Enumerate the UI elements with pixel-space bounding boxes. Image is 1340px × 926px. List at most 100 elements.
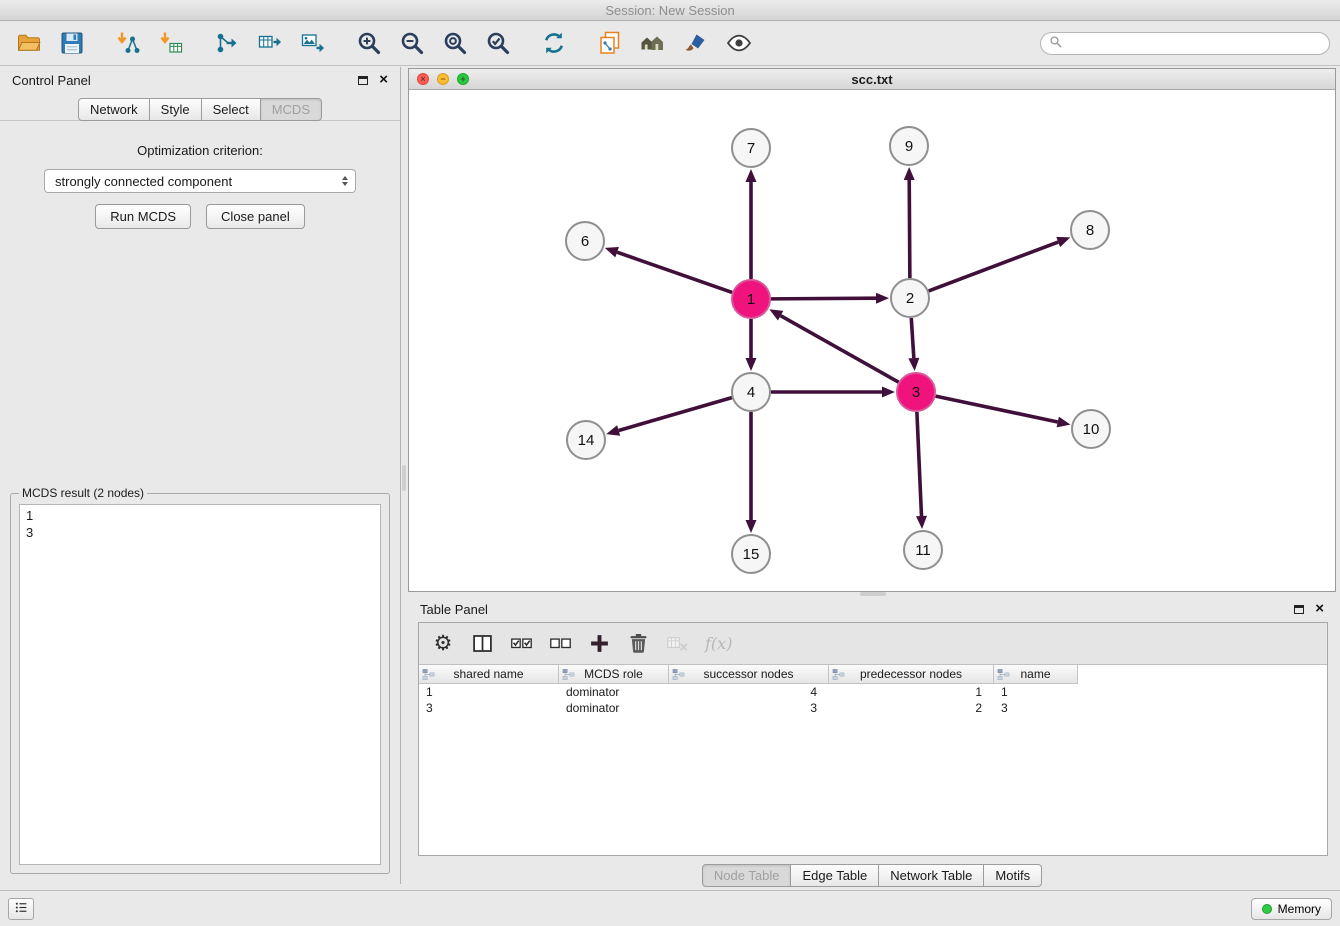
svg-text:11: 11 — [915, 542, 931, 559]
graph-node-14[interactable]: 14 — [567, 421, 605, 459]
vertical-splitter[interactable] — [401, 67, 408, 884]
export-image-icon[interactable] — [298, 28, 328, 58]
table-row[interactable]: 3dominator323 — [419, 700, 1327, 716]
control-panel: Control Panel × NetworkStyleSelectMCDS O… — [0, 67, 401, 884]
memory-button[interactable]: Memory — [1251, 898, 1332, 920]
table-row[interactable]: 1dominator411 — [419, 684, 1327, 700]
mcds-result-title: MCDS result (2 nodes) — [19, 486, 147, 500]
first-neighbors-icon[interactable] — [638, 28, 668, 58]
unselect-all-columns-icon[interactable] — [546, 630, 574, 658]
memory-label: Memory — [1278, 902, 1321, 916]
tab-node-table[interactable]: Node Table — [702, 864, 792, 887]
tab-network[interactable]: Network — [78, 98, 150, 121]
search-input[interactable] — [1067, 35, 1321, 51]
graph-node-9[interactable]: 9 — [890, 127, 928, 165]
graph-node-8[interactable]: 8 — [1071, 211, 1109, 249]
graph-edge-1-7[interactable] — [746, 169, 757, 279]
zoom-selected-region-icon[interactable] — [483, 28, 513, 58]
control-panel-title: Control Panel — [12, 73, 91, 88]
import-network-from-file-icon[interactable] — [113, 28, 143, 58]
export-network-icon[interactable] — [212, 28, 242, 58]
graph-node-2[interactable]: 2 — [891, 279, 929, 317]
zoom-in-icon[interactable] — [354, 28, 384, 58]
tab-select[interactable]: Select — [201, 98, 261, 121]
control-panel-tabs: NetworkStyleSelectMCDS — [0, 98, 400, 121]
close-control-panel-icon[interactable]: × — [379, 74, 388, 86]
close-panel-button[interactable]: Close panel — [206, 204, 305, 229]
table-cell: 1 — [419, 684, 559, 700]
create-new-column-icon[interactable] — [585, 630, 613, 658]
graph-node-4[interactable]: 4 — [732, 373, 770, 411]
table-mode-icon[interactable]: ⚙ — [429, 630, 457, 658]
log-console-button[interactable] — [8, 898, 34, 920]
graph-node-15[interactable]: 15 — [732, 535, 770, 573]
tab-style[interactable]: Style — [149, 98, 202, 121]
graph-edge-1-6[interactable] — [605, 247, 732, 292]
delete-columns-icon[interactable] — [624, 630, 652, 658]
column-header-successor-nodes[interactable]: successor nodes — [669, 665, 829, 684]
graph-edge-3-11[interactable] — [916, 412, 927, 529]
network-window-title: scc.txt — [851, 72, 892, 87]
graph-edge-3-10[interactable] — [936, 396, 1071, 427]
close-window-button[interactable]: × — [417, 73, 429, 85]
toolbar-group — [354, 28, 513, 58]
graph-node-3[interactable]: 3 — [897, 373, 935, 411]
show-graphics-details-icon[interactable] — [724, 28, 754, 58]
column-header-predecessor-nodes[interactable]: predecessor nodes — [829, 665, 994, 684]
graph-node-1[interactable]: 1 — [732, 280, 770, 318]
tab-network-table[interactable]: Network Table — [878, 864, 984, 887]
mcds-result-list[interactable]: 1 3 — [19, 504, 381, 865]
network-graph[interactable]: 7 9 6 8 1 2 4 3 14 10 15 11 — [409, 90, 1335, 591]
graph-edge-3-1[interactable] — [769, 309, 898, 382]
graph-node-7[interactable]: 7 — [732, 129, 770, 167]
graph-node-6[interactable]: 6 — [566, 222, 604, 260]
zoom-fit-content-icon[interactable] — [440, 28, 470, 58]
table-cell: 2 — [829, 700, 994, 716]
graph-node-11[interactable]: 11 — [904, 531, 942, 569]
close-table-panel-icon[interactable]: × — [1315, 603, 1324, 615]
graph-edge-2-8[interactable] — [929, 237, 1071, 291]
column-header-name[interactable]: name — [994, 665, 1078, 684]
graph-edge-1-2[interactable] — [771, 293, 889, 304]
column-header-MCDS-role[interactable]: MCDS role — [559, 665, 669, 684]
annotation-brush-icon[interactable] — [681, 28, 711, 58]
import-table-from-file-icon[interactable] — [156, 28, 186, 58]
traffic-lights: ×−+ — [417, 73, 469, 85]
graph-edge-1-4[interactable] — [746, 319, 757, 371]
table-panel-header-icons: × — [1294, 603, 1324, 615]
control-panel-buttons: Run MCDS Close panel — [0, 204, 400, 229]
apply-layout-icon[interactable] — [539, 28, 569, 58]
minimize-window-button[interactable]: − — [437, 73, 449, 85]
graph-edge-4-3[interactable] — [771, 387, 895, 398]
save-session-icon[interactable] — [57, 28, 87, 58]
graph-edge-2-9[interactable] — [904, 167, 915, 278]
toolbar-group — [212, 28, 328, 58]
graph-edge-4-15[interactable] — [746, 412, 757, 533]
run-mcds-button[interactable]: Run MCDS — [95, 204, 191, 229]
table-panel-title: Table Panel — [420, 602, 488, 617]
node-table-container: ⚙f(x) shared nameMCDS rolesuccessor node… — [418, 622, 1328, 856]
search-box[interactable] — [1040, 32, 1330, 55]
optimization-criterion-select[interactable]: strongly connected component — [44, 169, 356, 193]
memory-status-icon — [1262, 904, 1272, 914]
svg-text:14: 14 — [578, 432, 595, 449]
tab-motifs[interactable]: Motifs — [983, 864, 1042, 887]
graph-node-10[interactable]: 10 — [1072, 410, 1110, 448]
zoom-out-icon[interactable] — [397, 28, 427, 58]
float-table-panel-icon[interactable] — [1294, 605, 1304, 614]
export-table-icon[interactable] — [255, 28, 285, 58]
network-view-window: ×−+ scc.txt 7 9 6 8 1 2 4 3 14 10 15 11 — [408, 68, 1336, 592]
open-session-icon[interactable] — [14, 28, 44, 58]
float-control-panel-icon[interactable] — [358, 76, 368, 85]
network-window-titlebar[interactable]: ×−+ scc.txt — [409, 69, 1335, 90]
show-columns-icon[interactable] — [468, 630, 496, 658]
maximize-window-button[interactable]: + — [457, 73, 469, 85]
window-titlebar[interactable]: Session: New Session — [0, 0, 1340, 21]
network-overview-icon[interactable] — [595, 28, 625, 58]
graph-edge-4-14[interactable] — [606, 398, 732, 436]
tab-mcds[interactable]: MCDS — [260, 98, 322, 121]
column-header-shared-name[interactable]: shared name — [419, 665, 559, 684]
graph-edge-2-3[interactable] — [908, 318, 919, 371]
select-all-columns-icon[interactable] — [507, 630, 535, 658]
tab-edge-table[interactable]: Edge Table — [790, 864, 879, 887]
